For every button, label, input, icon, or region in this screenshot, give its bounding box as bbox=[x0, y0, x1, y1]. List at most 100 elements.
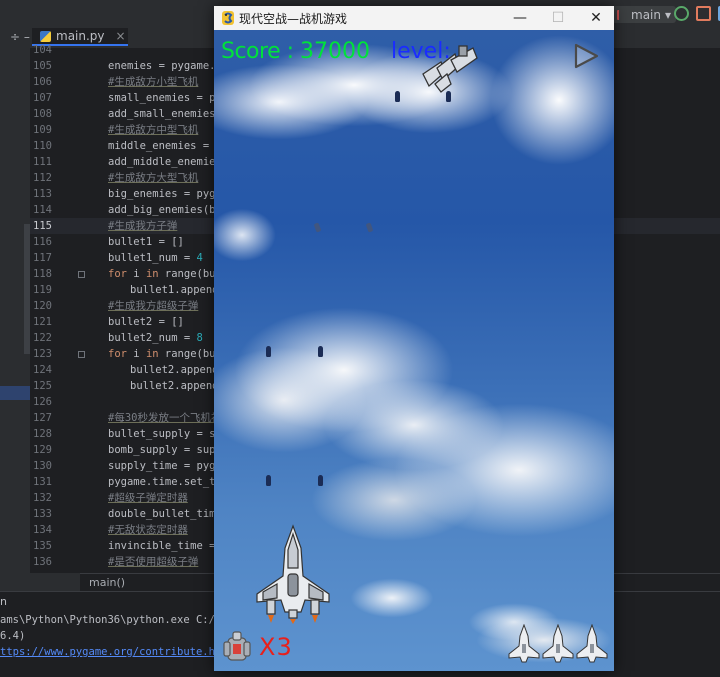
line-number: 122 bbox=[33, 332, 52, 344]
bomb-icon bbox=[223, 631, 251, 661]
line-number: 127 bbox=[33, 412, 52, 424]
code-line: 108 add_small_enemies(s bbox=[30, 106, 228, 122]
ide-left-controls[interactable]: ÷ – bbox=[10, 30, 30, 44]
line-number: 109 bbox=[33, 124, 52, 136]
code-line: 114 add_big_enemies(big bbox=[30, 202, 228, 218]
title-bar[interactable]: 现代空战—战机游戏 — ☐ ✕ bbox=[214, 6, 614, 30]
code-text: #是否使用超级子弹 bbox=[108, 556, 199, 568]
debug-icon[interactable] bbox=[696, 6, 711, 21]
line-number: 116 bbox=[33, 236, 52, 248]
code-line: 116 bullet1 = [] bbox=[30, 234, 184, 250]
line-number: 104 bbox=[33, 44, 52, 56]
player-bullet bbox=[318, 475, 323, 486]
player-plane[interactable] bbox=[255, 524, 331, 624]
code-text: bullet2 = [] bbox=[108, 316, 184, 328]
line-number: 132 bbox=[33, 492, 52, 504]
code-text: bullet1 = [] bbox=[108, 236, 184, 248]
code-text: double_bullet_time bbox=[108, 508, 222, 520]
code-text: bullet2.append( bbox=[130, 364, 225, 376]
score-value: 37000 bbox=[300, 39, 371, 64]
code-text: for i in range(bull bbox=[108, 348, 229, 360]
code-line: 122 bullet2_num = 8 bbox=[30, 330, 203, 346]
code-text: for i in range(bull bbox=[108, 268, 229, 280]
code-line: 134 #无敌状态定时器 bbox=[30, 522, 188, 538]
fold-marker-icon[interactable] bbox=[78, 351, 85, 358]
play-pause-button[interactable] bbox=[572, 42, 600, 70]
line-number: 108 bbox=[33, 108, 52, 120]
code-text: #生成我方超级子弹 bbox=[108, 300, 199, 312]
refresh-icon[interactable] bbox=[674, 6, 689, 21]
line-number: 134 bbox=[33, 524, 52, 536]
life-icon bbox=[576, 624, 608, 663]
code-line: 106 #生成敌方小型飞机 bbox=[30, 74, 198, 90]
code-line: 110 middle_enemies = py bbox=[30, 138, 228, 154]
python-file-icon bbox=[40, 30, 51, 42]
code-text: middle_enemies = py bbox=[108, 140, 229, 152]
code-line: 127 #每30秒发放一个飞机补 bbox=[30, 410, 221, 426]
window-title: 现代空战—战机游戏 bbox=[239, 12, 348, 26]
code-text: supply_time = pygam bbox=[108, 460, 229, 472]
line-number: 133 bbox=[33, 508, 52, 520]
enemy-bullet bbox=[446, 91, 451, 102]
line-number: 135 bbox=[33, 540, 52, 552]
line-number: 130 bbox=[33, 460, 52, 472]
run-output-link[interactable]: ttps://www.pygame.org/contribute.html bbox=[0, 646, 234, 658]
fold-marker-icon[interactable] bbox=[78, 271, 85, 278]
code-text: bullet1_num = 4 bbox=[108, 252, 203, 264]
maximize-button[interactable]: ☐ bbox=[539, 6, 577, 30]
code-text: #生成敌方小型飞机 bbox=[108, 76, 199, 88]
line-number: 129 bbox=[33, 444, 52, 456]
line-number: 111 bbox=[33, 156, 52, 168]
code-text: enemies = pygame.sp bbox=[108, 60, 229, 72]
line-number: 117 bbox=[33, 252, 52, 264]
enemy-bullet bbox=[395, 91, 400, 102]
code-line: 136 #是否使用超级子弹 bbox=[30, 554, 198, 570]
code-text: invincible_time = p bbox=[108, 540, 229, 552]
tab-label: main.py bbox=[56, 29, 105, 43]
line-number: 105 bbox=[33, 60, 52, 72]
branch-icon bbox=[617, 9, 627, 20]
line-number: 115 bbox=[33, 220, 52, 232]
code-line: 111 add_middle_enemies( bbox=[30, 154, 228, 170]
score-display: Score : 37000 bbox=[221, 39, 370, 64]
line-number: 120 bbox=[33, 300, 52, 312]
minimize-button[interactable]: — bbox=[501, 6, 539, 30]
player-bullet bbox=[266, 346, 271, 357]
code-line: 113 big_enemies = pygam bbox=[30, 186, 228, 202]
level-label: level: bbox=[391, 39, 451, 64]
code-line: 107 small_enemies = pyg bbox=[30, 90, 228, 106]
code-text: #生成敌方中型飞机 bbox=[108, 124, 199, 136]
run-output-line: ams\Python\Python36\python.exe C:/Users bbox=[0, 614, 247, 626]
line-number: 112 bbox=[33, 172, 52, 184]
lives-display bbox=[508, 624, 608, 664]
code-line: 105 enemies = pygame.sp bbox=[30, 58, 228, 74]
code-line: 109 #生成敌方中型飞机 bbox=[30, 122, 198, 138]
line-number: 113 bbox=[33, 188, 52, 200]
player-bullet bbox=[318, 346, 323, 357]
sidebar-selection bbox=[0, 386, 30, 400]
code-text: #每30秒发放一个飞机补 bbox=[108, 412, 222, 424]
line-number: 125 bbox=[33, 380, 52, 392]
code-line: 123 for i in range(bull bbox=[30, 346, 228, 362]
level-display: level: bbox=[391, 39, 451, 64]
line-number: 106 bbox=[33, 76, 52, 88]
line-number: 136 bbox=[33, 556, 52, 568]
chevron-down-icon: ▾ bbox=[664, 7, 672, 22]
code-line: 133 double_bullet_time bbox=[30, 506, 222, 522]
close-button[interactable]: ✕ bbox=[577, 6, 615, 30]
bomb-count: X3 bbox=[259, 633, 293, 661]
game-canvas[interactable]: Score : 37000 level: X3 bbox=[214, 30, 614, 671]
project-sidebar-strip bbox=[0, 48, 30, 573]
run-panel-title: n bbox=[0, 595, 7, 608]
close-tab-icon[interactable]: × bbox=[116, 29, 126, 43]
player-bullet bbox=[266, 475, 271, 486]
game-window: 现代空战—战机游戏 — ☐ ✕ Score : 37000 level: X3 bbox=[214, 6, 614, 671]
code-text: bullet_supply = sup bbox=[108, 428, 229, 440]
code-text: bullet2.append( bbox=[130, 380, 225, 392]
code-line: 104 bbox=[30, 42, 108, 58]
code-line: 130 supply_time = pygam bbox=[30, 458, 228, 474]
code-line: 112 #生成敌方大型飞机 bbox=[30, 170, 198, 186]
line-number: 124 bbox=[33, 364, 52, 376]
code-text: add_small_enemies(s bbox=[108, 108, 229, 120]
branch-selector[interactable]: main ▾ bbox=[612, 6, 677, 23]
